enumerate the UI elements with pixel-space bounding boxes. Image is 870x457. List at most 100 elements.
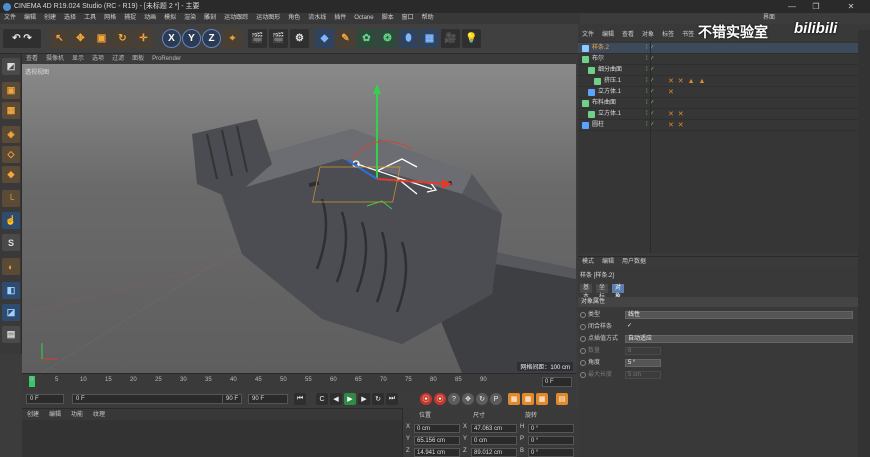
object-row[interactable]: 圆柱 ⁞ ✓ ✕ ✕ xyxy=(578,120,858,131)
polygons-mode-icon[interactable]: ◆ xyxy=(2,166,20,183)
obj-menu-view[interactable]: 查看 xyxy=(618,30,638,41)
menu-render[interactable]: 渲染 xyxy=(180,13,200,24)
light-icon[interactable]: 💡 xyxy=(462,29,481,48)
tweak-mode-icon[interactable]: ☝ xyxy=(2,212,20,229)
layout-label[interactable]: 界面 xyxy=(763,12,775,21)
rot-b-field[interactable]: 0 ° xyxy=(528,448,574,457)
current-frame-field[interactable]: 0 F xyxy=(542,377,572,387)
obj-menu-file[interactable]: 文件 xyxy=(578,30,598,41)
menu-plugins[interactable]: 插件 xyxy=(330,13,350,24)
menu-script[interactable]: 脚本 xyxy=(378,13,398,24)
preview-end-field[interactable]: 90 F xyxy=(222,394,242,404)
vp-menu-filter[interactable]: 过滤 xyxy=(108,54,128,64)
animate-radio-icon[interactable] xyxy=(580,360,586,366)
play-icon[interactable]: ▶ xyxy=(344,393,356,405)
autokey-icon[interactable]: ⦿ xyxy=(434,393,446,405)
workplane-icon[interactable]: ◐ xyxy=(2,258,20,275)
rot-h-field[interactable]: 0 ° xyxy=(528,424,574,433)
object-tags[interactable]: ✕ ✕ ▲ ▲ xyxy=(668,76,706,87)
object-row[interactable]: 立方体.1 ⁞ ✓ ✕ xyxy=(578,87,858,98)
object-row[interactable]: 挤压.1 ⁞ ✓ ✕ ✕ ▲ ▲ xyxy=(578,76,858,87)
menu-animate[interactable]: 动画 xyxy=(140,13,160,24)
keyframe-selection-icon[interactable]: ? xyxy=(448,393,460,405)
timeline-ruler[interactable]: 0 5 10 15 20 25 30 35 40 45 50 55 60 65 … xyxy=(22,373,576,390)
menu-select[interactable]: 选择 xyxy=(60,13,80,24)
deformer-icon[interactable]: ⬮ xyxy=(399,29,418,48)
object-row[interactable]: 样条.2 ⁞ ✓ xyxy=(578,43,858,54)
pla-key-icon[interactable]: ▦ xyxy=(522,393,534,405)
size-y-field[interactable]: 0 cm xyxy=(471,436,517,445)
end-frame-field[interactable]: 90 F xyxy=(248,394,288,404)
floor-icon[interactable]: ▦ xyxy=(420,29,439,48)
recent-tool-icon[interactable]: ✛ xyxy=(134,29,153,48)
record-active-icon[interactable]: ⦿ xyxy=(420,393,432,405)
y-axis-icon[interactable]: Y xyxy=(182,29,201,48)
minimize-button[interactable]: — xyxy=(781,0,803,13)
object-name[interactable]: 立方体.1 xyxy=(598,109,621,120)
close-button[interactable]: ✕ xyxy=(840,0,862,13)
animate-radio-icon[interactable] xyxy=(580,324,586,330)
obj-menu-objects[interactable]: 对象 xyxy=(638,30,658,41)
attr-menu-edit[interactable]: 编辑 xyxy=(598,257,618,268)
menu-sculpt[interactable]: 雕刻 xyxy=(200,13,220,24)
menu-octane[interactable]: Octane xyxy=(350,13,377,24)
object-row[interactable]: 布料曲面 ⁞ ✓ xyxy=(578,98,858,109)
size-x-field[interactable]: 47.063 cm xyxy=(471,424,517,433)
vp-menu-panel[interactable]: 面板 xyxy=(128,54,148,64)
attribute-value[interactable]: 8 xyxy=(625,347,661,355)
attribute-value[interactable]: 自动适应 xyxy=(625,335,853,343)
menu-window[interactable]: 窗口 xyxy=(398,13,418,24)
column-divider[interactable] xyxy=(650,41,651,253)
pen-spline-icon[interactable]: ✎ xyxy=(336,29,355,48)
position-key-icon[interactable]: ✥ xyxy=(462,393,474,405)
attribute-value[interactable]: 5 cm xyxy=(625,371,661,379)
axis-mode-icon[interactable]: └ xyxy=(2,190,20,207)
vp-menu-options[interactable]: 选项 xyxy=(88,54,108,64)
menu-pipeline[interactable]: 流水线 xyxy=(304,13,330,24)
grid-icon[interactable]: ▤ xyxy=(2,326,20,343)
obj-menu-bookmarks[interactable]: 书签 xyxy=(678,30,698,41)
animate-radio-icon[interactable] xyxy=(580,348,586,354)
tab-basic[interactable]: 基本 xyxy=(580,284,593,300)
render-view-icon[interactable]: 🎬 xyxy=(248,29,267,48)
camera-icon[interactable]: 🎥 xyxy=(441,29,460,48)
animate-radio-icon[interactable] xyxy=(580,372,586,378)
locked-workplane-icon[interactable]: ◧ xyxy=(2,282,20,299)
pos-x-field[interactable]: 0 cm xyxy=(414,424,460,433)
obj-menu-tags[interactable]: 标签 xyxy=(658,30,678,41)
scale-key-icon[interactable]: P xyxy=(490,393,502,405)
rot-p-field[interactable]: 0 ° xyxy=(528,436,574,445)
vp-menu-cameras[interactable]: 摄像机 xyxy=(42,54,68,64)
menu-mograph[interactable]: 运动图形 xyxy=(252,13,284,24)
planar-workplane-icon[interactable]: ◪ xyxy=(2,304,20,321)
object-tags[interactable]: ✕ ✕ xyxy=(668,109,685,120)
right-side-tabs[interactable] xyxy=(858,30,870,457)
rotation-key-icon[interactable]: ↻ xyxy=(476,393,488,405)
size-z-field[interactable]: 89.012 cm xyxy=(471,448,517,457)
scale-icon[interactable]: ▣ xyxy=(92,29,111,48)
z-axis-icon[interactable]: Z xyxy=(202,29,221,48)
param-key-icon[interactable]: ▦ xyxy=(508,393,520,405)
object-name[interactable]: 圆柱 xyxy=(592,120,604,131)
next-frame-icon[interactable]: ▶ xyxy=(358,393,370,405)
menu-simulate[interactable]: 模拟 xyxy=(160,13,180,24)
pos-z-field[interactable]: 14.941 cm xyxy=(414,448,460,457)
tab-object[interactable]: 对象 xyxy=(612,284,625,300)
menu-create[interactable]: 创建 xyxy=(40,13,60,24)
cube-icon[interactable]: ◆ xyxy=(315,29,334,48)
coordinate-system-icon[interactable]: ⌖ xyxy=(223,29,242,48)
undo-redo-icon[interactable]: ↶ ↷ xyxy=(3,29,41,48)
pos-y-field[interactable]: 65.156 cm xyxy=(414,436,460,445)
current-range-field[interactable]: 0 F xyxy=(72,394,242,404)
texture-mode-icon[interactable]: ▦ xyxy=(2,102,20,119)
live-select-icon[interactable]: ↖ xyxy=(50,29,69,48)
move-icon[interactable]: ✥ xyxy=(71,29,90,48)
rotate-icon[interactable]: ↻ xyxy=(113,29,132,48)
render-picture-viewer-icon[interactable]: 🎬 xyxy=(269,29,288,48)
animate-radio-icon[interactable] xyxy=(580,336,586,342)
object-name[interactable]: 布尔 xyxy=(592,54,604,65)
model-mode-icon[interactable]: ▣ xyxy=(2,82,20,99)
go-to-start-icon[interactable]: ⏮ xyxy=(294,393,306,405)
animate-radio-icon[interactable] xyxy=(580,312,586,318)
material-area[interactable] xyxy=(22,420,402,457)
